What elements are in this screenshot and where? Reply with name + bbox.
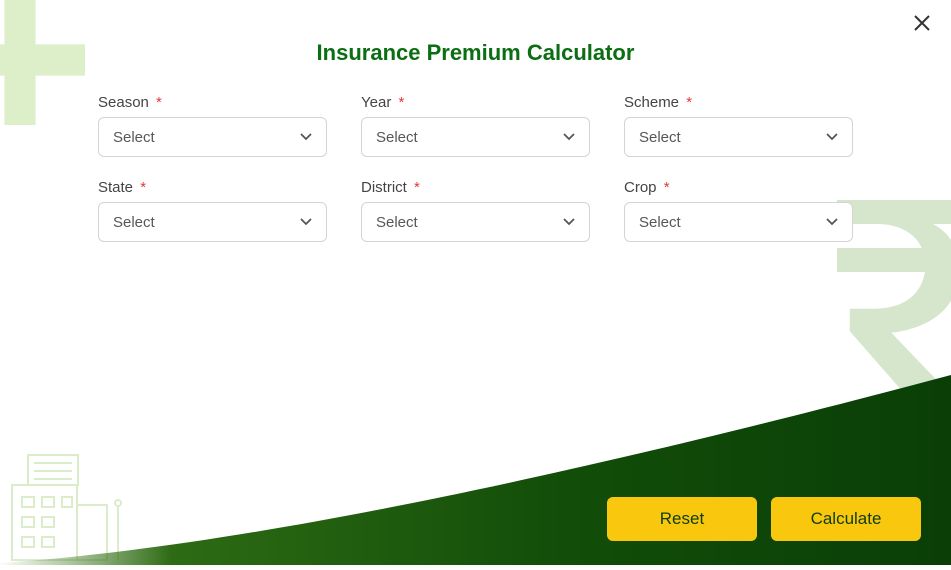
select-state-value: Select xyxy=(113,214,155,231)
reset-button[interactable]: Reset xyxy=(607,497,757,541)
label-district: District * xyxy=(361,179,590,196)
select-scheme-value: Select xyxy=(639,129,681,146)
field-year: Year * Select xyxy=(361,94,590,157)
label-season: Season * xyxy=(98,94,327,111)
select-season-value: Select xyxy=(113,129,155,146)
chevron-down-icon xyxy=(826,216,838,228)
select-season[interactable]: Select xyxy=(98,117,327,157)
select-year[interactable]: Select xyxy=(361,117,590,157)
close-button[interactable] xyxy=(913,14,931,36)
label-year: Year * xyxy=(361,94,590,111)
label-crop: Crop * xyxy=(624,179,853,196)
field-district: District * Select xyxy=(361,179,590,242)
action-bar: Reset Calculate xyxy=(607,497,921,541)
required-mark: * xyxy=(414,179,420,196)
select-state[interactable]: Select xyxy=(98,202,327,242)
required-mark: * xyxy=(398,94,404,111)
required-mark: * xyxy=(664,179,670,196)
label-scheme: Scheme * xyxy=(624,94,853,111)
chevron-down-icon xyxy=(826,131,838,143)
chevron-down-icon xyxy=(300,216,312,228)
select-scheme[interactable]: Select xyxy=(624,117,853,157)
required-mark: * xyxy=(140,179,146,196)
select-crop[interactable]: Select xyxy=(624,202,853,242)
calculate-button[interactable]: Calculate xyxy=(771,497,921,541)
close-icon xyxy=(913,12,931,37)
chevron-down-icon xyxy=(563,131,575,143)
field-state: State * Select xyxy=(98,179,327,242)
select-crop-value: Select xyxy=(639,214,681,231)
calculator-form: Season * Select Year * Select Scheme * S… xyxy=(0,94,951,242)
field-scheme: Scheme * Select xyxy=(624,94,853,157)
chevron-down-icon xyxy=(300,131,312,143)
select-district[interactable]: Select xyxy=(361,202,590,242)
field-crop: Crop * Select xyxy=(624,179,853,242)
required-mark: * xyxy=(686,94,692,111)
select-district-value: Select xyxy=(376,214,418,231)
label-state: State * xyxy=(98,179,327,196)
select-year-value: Select xyxy=(376,129,418,146)
field-season: Season * Select xyxy=(98,94,327,157)
required-mark: * xyxy=(156,94,162,111)
page-title: Insurance Premium Calculator xyxy=(0,0,951,94)
chevron-down-icon xyxy=(563,216,575,228)
